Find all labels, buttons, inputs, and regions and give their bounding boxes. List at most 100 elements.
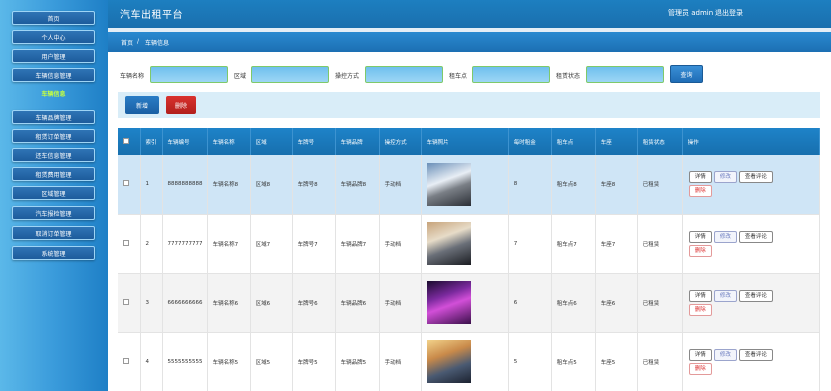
search-input-rental-point[interactable] xyxy=(472,66,550,83)
app-title: 汽车出租平台 xyxy=(120,10,183,21)
view-reviews-button[interactable]: 查看评论 xyxy=(738,289,773,302)
row-index: 1 xyxy=(140,155,163,215)
view-reviews-button[interactable]: 查看评论 xyxy=(738,348,773,361)
search-input-vehicle-name[interactable] xyxy=(150,66,228,83)
header-control: 操控方式 xyxy=(379,128,422,155)
breadcrumb-home[interactable]: 首页 xyxy=(121,38,133,47)
header-photo: 车辆照片 xyxy=(421,128,509,155)
row-name: 车辆名称6 xyxy=(207,273,251,333)
search-label-status: 租赁状态 xyxy=(556,73,581,80)
detail-button[interactable]: 详情 xyxy=(688,230,712,243)
row-delete-button[interactable]: 删除 xyxy=(688,303,712,316)
row-plate: 车牌号7 xyxy=(292,214,336,274)
add-button[interactable]: 新增 xyxy=(125,96,159,114)
row-photo-cell xyxy=(421,155,509,215)
breadcrumb-current: 车辆信息 xyxy=(145,40,170,47)
toolbar: 新增 删除 xyxy=(118,92,820,118)
view-reviews-button[interactable]: 查看评论 xyxy=(738,171,773,184)
logout-link[interactable]: 退出登录 xyxy=(715,8,743,18)
row-photo-cell xyxy=(421,273,509,333)
sidebar-item-profile[interactable]: 个人中心 xyxy=(12,30,95,44)
detail-button[interactable]: 详情 xyxy=(688,171,712,184)
row-actions: 详情 修改 查看评论删除 xyxy=(682,155,820,215)
table-row[interactable]: 4 5555555555 车辆名称5 区域5 车牌号5 车辆品牌5 手动档 5 租车点5 车座5 已… xyxy=(118,332,820,391)
row-seat: 车座5 xyxy=(595,332,638,391)
row-delete-button[interactable]: 删除 xyxy=(688,244,712,257)
search-label-vehicle-name: 车辆名称 xyxy=(120,73,145,80)
row-delete-button[interactable]: 删除 xyxy=(688,362,712,375)
row-checkbox[interactable] xyxy=(123,180,129,187)
row-checkbox[interactable] xyxy=(123,298,129,305)
row-select[interactable] xyxy=(118,214,141,274)
header-select-all[interactable] xyxy=(118,128,141,155)
row-name: 车辆名称5 xyxy=(207,332,251,391)
row-brand: 车辆品牌5 xyxy=(335,332,380,391)
row-checkbox[interactable] xyxy=(123,357,129,364)
sidebar-item-return-info[interactable]: 还车信息管理 xyxy=(12,148,95,162)
row-control: 手动档 xyxy=(379,214,422,274)
row-brand: 车辆品牌8 xyxy=(335,155,380,215)
header-rent: 每时租金 xyxy=(508,128,552,155)
header-code: 车辆编号 xyxy=(162,128,208,155)
sidebar-item-vehicle-info-mgmt[interactable]: 车辆信息管理 xyxy=(12,68,95,82)
vehicle-table: 索引 车辆编号 车辆名称 区域 车牌号 车辆品牌 操控方式 车辆照片 每时租金 … xyxy=(118,128,820,391)
header-name: 车辆名称 xyxy=(207,128,251,155)
header-brand: 车辆品牌 xyxy=(335,128,380,155)
sidebar-item-rental-orders[interactable]: 租赁订单管理 xyxy=(12,129,95,143)
row-plate: 车牌号8 xyxy=(292,155,336,215)
sidebar: 首页 个人中心 用户管理 车辆信息管理 车辆信息 车辆品牌管理 租赁订单管理 还… xyxy=(0,0,108,391)
edit-button[interactable]: 修改 xyxy=(713,348,737,361)
edit-button[interactable]: 修改 xyxy=(713,230,737,243)
view-reviews-button[interactable]: 查看评论 xyxy=(738,230,773,243)
delete-button[interactable]: 删除 xyxy=(166,96,196,114)
vehicle-photo xyxy=(426,281,471,324)
row-brand: 车辆品牌7 xyxy=(335,214,380,274)
row-index: 2 xyxy=(140,214,163,274)
header-area: 区域 xyxy=(250,128,293,155)
row-rent: 7 xyxy=(508,214,552,274)
search-input-status[interactable] xyxy=(586,66,664,83)
row-seat: 车座8 xyxy=(595,155,638,215)
sidebar-item-users[interactable]: 用户管理 xyxy=(12,49,95,63)
table-row[interactable]: 3 6666666666 车辆名称6 区域6 车牌号6 车辆品牌6 手动档 6 租车点6 车座6 已… xyxy=(118,273,820,333)
row-area: 区域8 xyxy=(250,155,293,215)
detail-button[interactable]: 详情 xyxy=(688,348,712,361)
header-index: 索引 xyxy=(140,128,163,155)
row-checkbox[interactable] xyxy=(123,239,129,246)
row-point: 租车点5 xyxy=(551,332,596,391)
row-seat: 车座7 xyxy=(595,214,638,274)
edit-button[interactable]: 修改 xyxy=(713,289,737,302)
row-point: 租车点6 xyxy=(551,273,596,333)
edit-button[interactable]: 修改 xyxy=(713,171,737,184)
sidebar-item-home[interactable]: 首页 xyxy=(12,11,95,25)
row-index: 3 xyxy=(140,273,163,333)
row-select[interactable] xyxy=(118,332,141,391)
row-delete-button[interactable]: 删除 xyxy=(688,185,712,198)
row-seat: 车座6 xyxy=(595,273,638,333)
sidebar-item-brand-mgmt[interactable]: 车辆品牌管理 xyxy=(12,110,95,124)
row-rent: 6 xyxy=(508,273,552,333)
table-row[interactable]: 1 8888888888 车辆名称8 区域8 车牌号8 车辆品牌8 手动档 8 租车点8 车座8 已… xyxy=(118,155,820,215)
sidebar-item-inspection[interactable]: 汽车报检管理 xyxy=(12,206,95,220)
row-area: 区域7 xyxy=(250,214,293,274)
row-select[interactable] xyxy=(118,273,141,333)
sidebar-item-system[interactable]: 系统管理 xyxy=(12,246,95,260)
search-input-control[interactable] xyxy=(365,66,443,83)
header-plate: 车牌号 xyxy=(292,128,336,155)
table-header-row: 索引 车辆编号 车辆名称 区域 车牌号 车辆品牌 操控方式 车辆照片 每时租金 … xyxy=(118,128,820,155)
table-row[interactable]: 2 7777777777 车辆名称7 区域7 车牌号7 车辆品牌7 手动档 7 租车点7 车座7 已… xyxy=(118,214,820,274)
search-button[interactable]: 查询 xyxy=(670,65,703,83)
sidebar-item-area-mgmt[interactable]: 区域管理 xyxy=(12,186,95,200)
row-select[interactable] xyxy=(118,155,141,215)
breadcrumb: 首页 / 车辆信息 xyxy=(108,28,831,52)
sidebar-item-cancel-orders[interactable]: 取消订单管理 xyxy=(12,226,95,240)
row-actions: 详情 修改 查看评论删除 xyxy=(682,332,820,391)
breadcrumb-separator: / xyxy=(137,38,140,45)
search-input-area[interactable] xyxy=(251,66,329,83)
row-code: 6666666666 xyxy=(162,273,208,333)
row-photo-cell xyxy=(421,332,509,391)
detail-button[interactable]: 详情 xyxy=(688,289,712,302)
select-all-checkbox[interactable] xyxy=(123,137,129,144)
sidebar-subitem-vehicle-info[interactable]: 车辆信息 xyxy=(12,86,95,100)
sidebar-item-rental-fees[interactable]: 租赁费用管理 xyxy=(12,167,95,181)
